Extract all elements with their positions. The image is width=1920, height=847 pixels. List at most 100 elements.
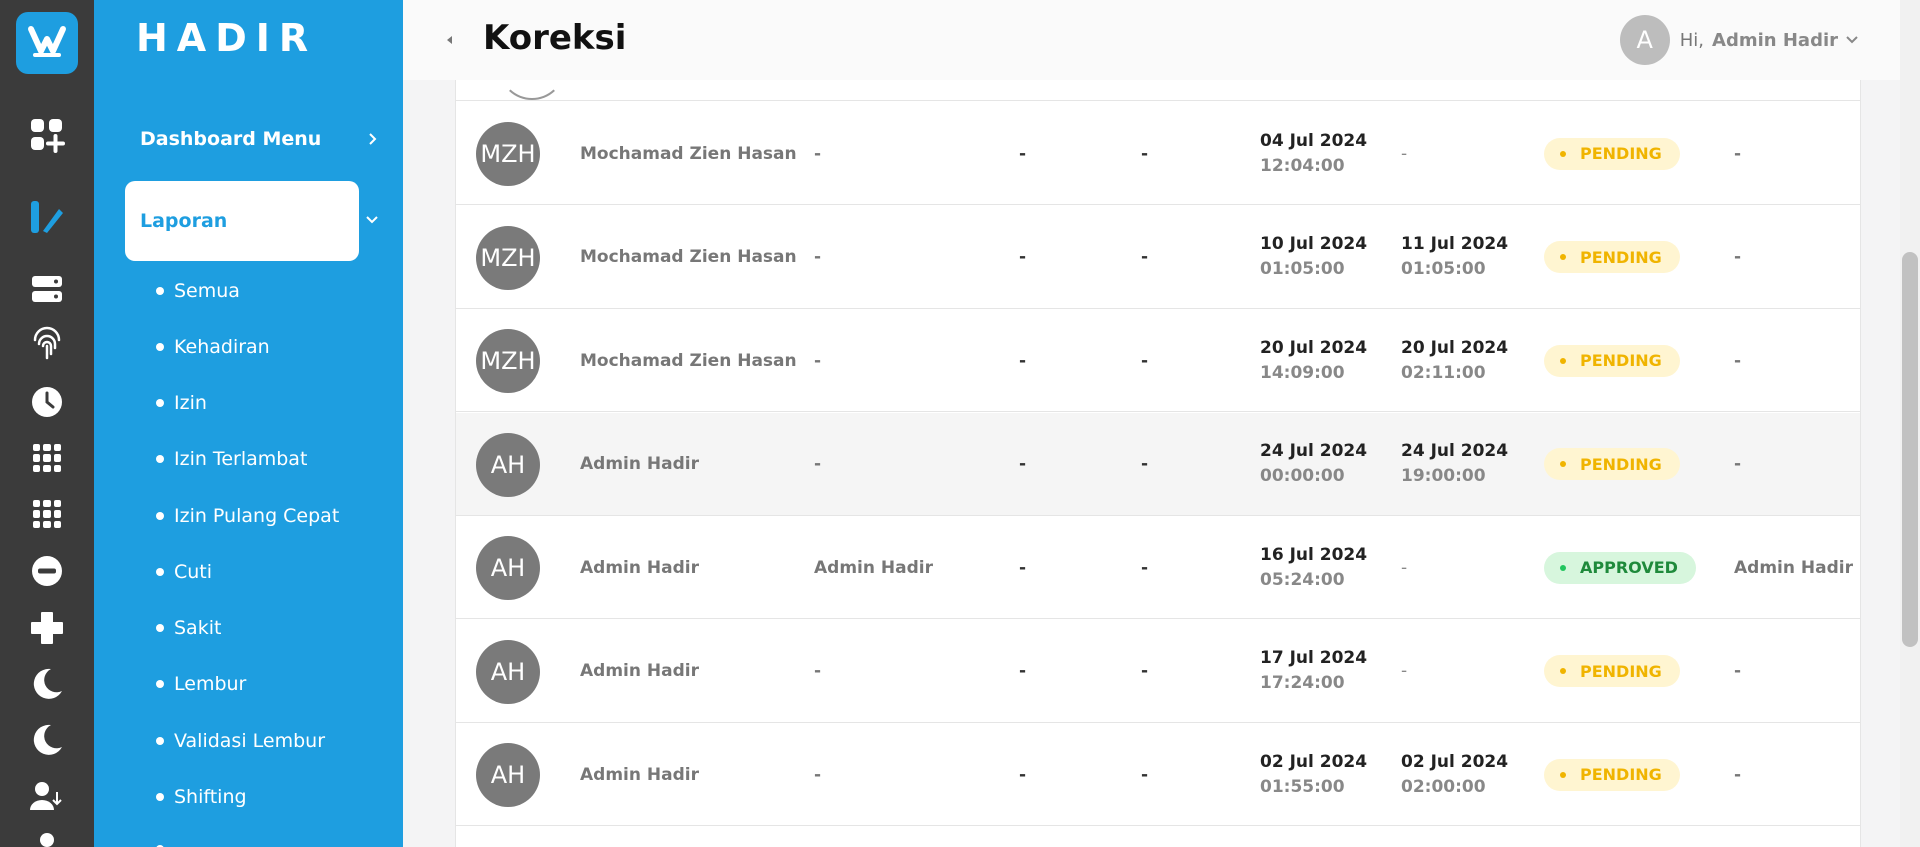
grid-icon-2[interactable] [29, 496, 65, 532]
avatar: AH [476, 639, 540, 704]
bullet-icon [156, 343, 164, 351]
employee-name: Mochamad Zien Hasan [580, 143, 797, 164]
user-swap-icon[interactable] [29, 778, 65, 814]
fingerprint-icon[interactable] [29, 326, 65, 362]
sidebar-subitem-semua[interactable]: Semua [156, 276, 240, 306]
dashboard-add-icon[interactable] [29, 117, 65, 153]
status-label: PENDING [1580, 351, 1662, 370]
table-row[interactable]: AH Admin Hadir - - - 17 Jul 2024 17:24:00 - PEND… [456, 620, 1860, 723]
sidebar-subitem-izin-terlambat[interactable]: Izin Terlambat [156, 444, 307, 474]
plus-icon[interactable] [29, 610, 65, 646]
clock-in-time: 00:00:00 [1260, 466, 1345, 486]
table-row[interactable]: MZH Mochamad Zien Hasan - - -10 Jul 2024 01:0… [456, 206, 1860, 309]
sidebar-subitem-izin-pulang-cepat[interactable]: Izin Pulang Cepat [156, 501, 339, 531]
sidebar-subitem-cuti[interactable]: Cuti [156, 557, 212, 587]
sidebar-subitem-sakit[interactable]: Sakit [156, 613, 221, 643]
sidebar-subitem-label: Kehadiran [174, 336, 270, 358]
status-dot-icon [1560, 668, 1566, 674]
cell-value: - [1141, 143, 1149, 164]
approver-name: - [814, 247, 822, 267]
scrollbar[interactable] [1900, 0, 1920, 847]
user-menu[interactable]: A Hi, Admin Hadir [1619, 15, 1860, 65]
moon-icon[interactable] [29, 666, 65, 702]
status-dot-icon [1560, 771, 1566, 778]
employee-name: Mochamad Zien Hasan [580, 350, 797, 371]
grid-icon[interactable] [29, 440, 65, 476]
table-row[interactable]: MZH Mochamad Zien Hasan - - -20 Jul 2024 14:0… [456, 309, 1860, 412]
sidebar-subitem-lembur[interactable]: Lembur [156, 669, 246, 699]
moon-icon-2[interactable] [29, 722, 65, 758]
scrollbar-thumb[interactable] [1902, 252, 1918, 647]
app-logo-icon[interactable] [16, 12, 78, 74]
sidebar-subitem-validasi-lembur[interactable]: Validasi Lembur [156, 726, 325, 756]
sidebar-subitem-more[interactable] [156, 834, 174, 847]
status-badge: PENDING [1544, 344, 1680, 377]
sidebar-subitem-label: Izin Pulang Cepat [174, 505, 340, 527]
clock-in-date: 16 Jul 2024 [1260, 544, 1368, 565]
status-cell: PENDING [1544, 102, 1680, 205]
chevron-right-icon [369, 133, 377, 145]
sidebar-subitem-label: Shifting [174, 786, 247, 808]
table-row[interactable]: AH Admin Hadir - - -24 Jul 2024 00:00:00 24 Ju… [456, 412, 1860, 516]
status-badge: PENDING [1544, 758, 1680, 791]
bullet-icon [156, 624, 164, 632]
clock-in-datetime: 24 Jul 2024 00:00:00 [1260, 413, 1367, 516]
clock-in-datetime: 16 Jul 2024 05:24:00 [1260, 516, 1367, 619]
cell-value: - [1019, 661, 1027, 681]
avatar: MZH [476, 225, 540, 290]
laporan-icon[interactable] [29, 199, 65, 235]
page-header: Koreksi A Hi, Admin Hadir [403, 0, 1920, 80]
cell-value: - [1019, 350, 1027, 371]
sidebar-subitem-kehadiran[interactable]: Kehadiran [156, 332, 270, 362]
clock-in-datetime: 17 Jul 2024 17:24:00 [1260, 620, 1367, 723]
bullet-icon [156, 793, 164, 801]
sidebar-subitem-shifting[interactable]: Shifting [156, 782, 247, 812]
clock-out-datetime: - [1401, 661, 1408, 681]
cell-value: - [1019, 143, 1027, 164]
employee-name: Admin Hadir [580, 661, 699, 681]
user-name: Admin Hadir [1712, 29, 1838, 51]
sidebar-subitem-label: Lembur [174, 673, 247, 695]
sidebar-subitem-izin[interactable]: Izin [156, 388, 207, 418]
page-title: Koreksi [483, 18, 627, 58]
status-cell: PENDING [1544, 413, 1680, 516]
clock-out-datetime: - [1401, 557, 1408, 578]
chevron-down-icon[interactable] [362, 210, 382, 230]
clock-in-datetime: 10 Jul 2024 01:05:00 [1260, 206, 1367, 309]
status-cell: PENDING [1544, 620, 1680, 723]
clock-in-date: 17 Jul 2024 [1260, 648, 1368, 668]
sidebar-item-laporan[interactable]: Laporan [125, 181, 359, 261]
bullet-icon [156, 568, 164, 576]
cell-value: - [1019, 764, 1027, 785]
table-row[interactable]: AH Admin Hadir Admin Hadir - - 16 Jul 2024 05:… [456, 516, 1860, 619]
status-dot-icon [1560, 461, 1566, 467]
action-by: - [1734, 143, 1742, 164]
minus-circle-icon[interactable] [29, 553, 65, 589]
bullet-icon [156, 680, 164, 688]
status-dot-icon [1560, 254, 1566, 260]
table-row[interactable]: AH Admin Hadir - - -02 Jul 2024 01:55:00 02 Ju… [456, 723, 1860, 826]
server-icon[interactable] [29, 271, 65, 307]
sidebar-subitem-label: Sakit [174, 617, 222, 639]
clock-icon[interactable] [29, 384, 65, 420]
clock-in-date: 10 Jul 2024 [1260, 234, 1368, 254]
bullet-icon [156, 399, 164, 407]
greeting: Hi, [1679, 29, 1705, 51]
clock-out-date: 11 Jul 2024 [1401, 234, 1509, 254]
action-by: Admin Hadir [1734, 557, 1853, 578]
clock-in-time: 12:04:00 [1260, 155, 1345, 176]
clock-in-datetime: 02 Jul 2024 01:55:00 [1260, 723, 1367, 826]
clock-in-time: 05:24:00 [1260, 569, 1345, 590]
koreksi-table: MZH Mochamad Zien Hasan - - -04 Jul 2024 12:0… [455, 80, 1861, 847]
status-badge: PENDING [1544, 655, 1680, 687]
brand-logo: HADIR [136, 16, 318, 60]
sidebar-subitem-label: Cuti [174, 561, 213, 583]
sidebar-item-dashboard-menu[interactable]: Dashboard Menu [140, 124, 380, 154]
user-icon[interactable] [29, 830, 65, 847]
table-row[interactable]: MZH Mochamad Zien Hasan - - -04 Jul 2024 12:0… [456, 102, 1860, 205]
status-cell: PENDING [1544, 206, 1680, 309]
action-by: - [1734, 764, 1742, 785]
collapse-sidebar-icon[interactable] [443, 33, 455, 47]
clock-out-date: 24 Jul 2024 [1401, 441, 1509, 461]
cell-value: - [1019, 454, 1027, 474]
